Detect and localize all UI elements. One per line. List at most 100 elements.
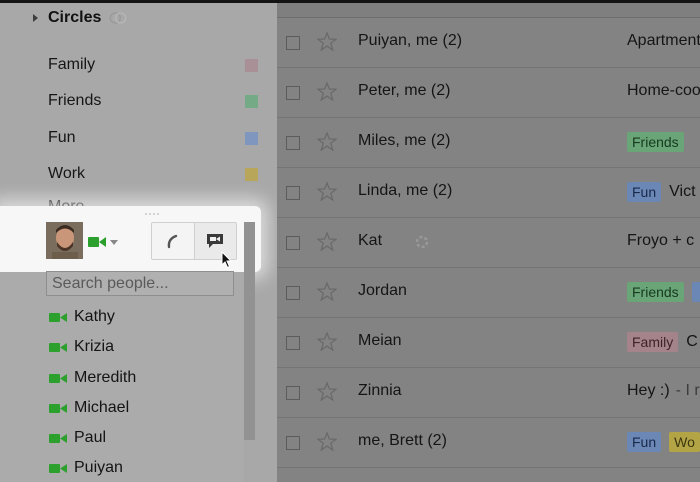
- label-chip[interactable]: Fun: [627, 432, 662, 452]
- contact-name: Krizia: [74, 338, 115, 355]
- mail-row[interactable]: Peter, me (2) Home-coo: [277, 68, 700, 118]
- chevron-down-icon: [110, 239, 118, 245]
- row-checkbox[interactable]: [286, 36, 300, 50]
- video-camera-icon: [49, 433, 67, 443]
- subject-text: Apartment: [627, 32, 700, 49]
- loading-spinner-icon: [415, 235, 429, 249]
- contact-name: Meredith: [74, 369, 137, 386]
- contact-name: Paul: [74, 429, 107, 446]
- mail-row[interactable]: me, Brett (2) Fun Wo: [277, 418, 700, 468]
- chat-contact[interactable]: Paul: [49, 427, 106, 449]
- subject-text: C: [686, 333, 698, 350]
- mail-subject: Froyo + c: [627, 232, 694, 250]
- subject-text: Froyo + c: [627, 232, 695, 249]
- circle-item-family[interactable]: Family: [48, 54, 258, 76]
- star-icon[interactable]: [317, 232, 337, 251]
- mail-list-top-edge: [277, 3, 700, 18]
- phone-icon: [167, 234, 177, 249]
- row-checkbox[interactable]: [286, 436, 300, 450]
- video-camera-icon: [49, 312, 67, 322]
- chat-contact[interactable]: Kathy: [49, 306, 115, 328]
- label-chip[interactable]: Wo: [669, 432, 700, 452]
- circle-color-swatch: [245, 58, 258, 72]
- star-icon[interactable]: [317, 132, 337, 151]
- circle-item-work[interactable]: Work: [48, 163, 258, 185]
- mail-row[interactable]: Meian Family C: [277, 318, 700, 368]
- mail-row[interactable]: Kat Froyo + c: [277, 218, 700, 268]
- mail-row[interactable]: Linda, me (2) Fun Vict: [277, 168, 700, 218]
- video-camera-icon: [49, 403, 67, 413]
- mail-subject: Home-coo: [627, 82, 700, 100]
- mail-snippet: - I r: [675, 382, 700, 399]
- contact-name: Kathy: [74, 308, 115, 325]
- contact-name: Puiyan: [74, 459, 123, 476]
- row-checkbox[interactable]: [286, 186, 300, 200]
- mail-sender: Jordan: [358, 282, 407, 299]
- mail-row[interactable]: Puiyan, me (2) Apartment: [277, 18, 700, 68]
- label-chip[interactable]: Friends: [627, 132, 684, 152]
- mail-subject: Apartment: [627, 32, 700, 50]
- star-icon[interactable]: [317, 332, 337, 351]
- mail-sender: Zinnia: [358, 382, 402, 399]
- video-camera-icon: [49, 342, 67, 352]
- video-status-menu[interactable]: [88, 236, 118, 248]
- star-icon[interactable]: [317, 382, 337, 401]
- star-icon[interactable]: [317, 432, 337, 451]
- circle-label: Friends: [48, 92, 102, 109]
- mail-subject: Fun Vict: [627, 182, 696, 202]
- video-camera-icon: [88, 237, 106, 247]
- mail-subject: Family C: [627, 332, 698, 352]
- mail-sender: Meian: [358, 332, 402, 349]
- mail-row[interactable]: Miles, me (2) Friends: [277, 118, 700, 168]
- mail-sender: Kat: [358, 232, 383, 249]
- chat-contact[interactable]: Puiyan: [49, 457, 123, 479]
- circle-item-fun[interactable]: Fun: [48, 127, 258, 149]
- circle-color-swatch: [245, 94, 258, 108]
- mail-subject: Hey :) - I r: [627, 382, 700, 400]
- row-checkbox[interactable]: [286, 386, 300, 400]
- avatar-face-icon: [46, 222, 83, 259]
- label-chip[interactable]: Family: [627, 332, 679, 352]
- resize-grip-icon[interactable]: [145, 213, 159, 218]
- subject-text: Vict: [669, 183, 696, 200]
- star-icon[interactable]: [317, 282, 337, 301]
- mail-subject: Friends: [627, 132, 692, 152]
- chat-contact[interactable]: Meredith: [49, 367, 136, 389]
- label-chip[interactable]: Friends: [627, 282, 684, 302]
- row-checkbox[interactable]: [286, 336, 300, 350]
- mail-subject: Fun Wo: [627, 432, 700, 452]
- search-people-input[interactable]: Search people...: [46, 271, 234, 296]
- row-checkbox[interactable]: [286, 136, 300, 150]
- circle-color-swatch: [245, 167, 258, 181]
- mail-list: Puiyan, me (2) Apartment Peter, me (2) H…: [277, 3, 700, 482]
- circle-label: Work: [48, 165, 86, 182]
- chat-contact[interactable]: Krizia: [49, 336, 114, 358]
- mail-sender: Miles, me (2): [358, 132, 451, 149]
- row-checkbox[interactable]: [286, 236, 300, 250]
- mail-sender: Peter, me (2): [358, 82, 451, 99]
- mail-subject: Friends: [627, 282, 700, 302]
- mail-row[interactable]: Jordan Friends: [277, 268, 700, 318]
- mail-row[interactable]: Zinnia Hey :) - I r: [277, 368, 700, 418]
- star-icon[interactable]: [317, 182, 337, 201]
- avatar[interactable]: [46, 222, 83, 259]
- row-checkbox[interactable]: [286, 86, 300, 100]
- chat-scrollbar[interactable]: [244, 222, 255, 440]
- voice-call-button[interactable]: [152, 223, 194, 259]
- mail-sender: Puiyan, me (2): [358, 32, 463, 49]
- label-chip[interactable]: [691, 282, 700, 302]
- video-chat-icon: [207, 234, 224, 248]
- expand-triangle-icon[interactable]: [33, 14, 38, 22]
- chat-contact[interactable]: Michael: [49, 397, 129, 419]
- subject-text: Hey :): [627, 382, 670, 399]
- mail-sender: me, Brett (2): [358, 432, 447, 449]
- label-chip[interactable]: Fun: [627, 182, 662, 202]
- circle-label: Fun: [48, 129, 76, 146]
- star-icon[interactable]: [317, 32, 337, 51]
- star-icon[interactable]: [317, 82, 337, 101]
- circle-item-friends[interactable]: Friends: [48, 90, 258, 112]
- row-checkbox[interactable]: [286, 286, 300, 300]
- mail-sender: Linda, me (2): [358, 182, 453, 199]
- circles-header[interactable]: Circles: [33, 8, 127, 28]
- circle-label: Family: [48, 56, 96, 73]
